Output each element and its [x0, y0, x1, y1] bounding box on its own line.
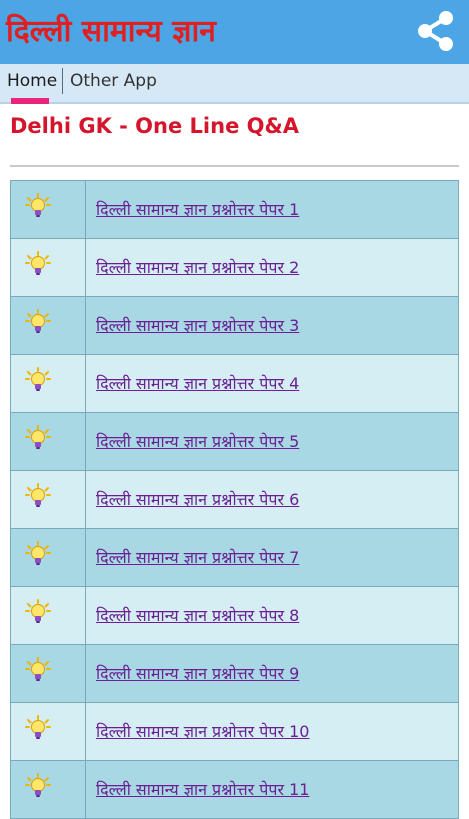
list-item[interactable]: दिल्ली सामान्य ज्ञान प्रश्नोत्तर पेपर 8 — [10, 586, 459, 645]
list-item-link-cell: दिल्ली सामान्य ज्ञान प्रश्नोत्तर पेपर 9 — [85, 644, 459, 703]
list-item-icon-cell — [10, 412, 86, 471]
app-header: दिल्ली सामान्य ज्ञान — [0, 0, 469, 64]
lightbulb-icon — [25, 309, 51, 333]
list-item-icon-cell — [10, 644, 86, 703]
lightbulb-icon — [25, 657, 51, 681]
paper-link[interactable]: दिल्ली सामान्य ज्ञान प्रश्नोत्तर पेपर 3 — [96, 314, 299, 336]
tab-other-app[interactable]: Other App — [70, 64, 157, 102]
paper-link[interactable]: दिल्ली सामान्य ज्ञान प्रश्नोत्तर पेपर 7 — [96, 546, 299, 568]
list-item[interactable]: दिल्ली सामान्य ज्ञान प्रश्नोत्तर पेपर 1 — [10, 180, 459, 239]
tab-home[interactable]: Home — [7, 64, 57, 102]
paper-link[interactable]: दिल्ली सामान्य ज्ञान प्रश्नोत्तर पेपर 11 — [96, 778, 309, 800]
paper-list: दिल्ली सामान्य ज्ञान प्रश्नोत्तर पेपर 1 द… — [10, 180, 459, 819]
page-heading: Delhi GK - One Line Q&A — [10, 114, 300, 138]
list-item-icon-cell — [10, 586, 86, 645]
active-tab-indicator — [11, 98, 49, 104]
paper-link[interactable]: दिल्ली सामान्य ज्ञान प्रश्नोत्तर पेपर 2 — [96, 256, 299, 278]
lightbulb-icon — [25, 599, 51, 623]
list-item[interactable]: दिल्ली सामान्य ज्ञान प्रश्नोत्तर पेपर 10 — [10, 702, 459, 761]
list-item-icon-cell — [10, 354, 86, 413]
list-item[interactable]: दिल्ली सामान्य ज्ञान प्रश्नोत्तर पेपर 6 — [10, 470, 459, 529]
list-item-icon-cell — [10, 180, 86, 239]
paper-link[interactable]: दिल्ली सामान्य ज्ञान प्रश्नोत्तर पेपर 4 — [96, 372, 299, 394]
heading-divider — [10, 165, 459, 167]
list-item[interactable]: दिल्ली सामान्य ज्ञान प्रश्नोत्तर पेपर 5 — [10, 412, 459, 471]
list-item[interactable]: दिल्ली सामान्य ज्ञान प्रश्नोत्तर पेपर 3 — [10, 296, 459, 355]
list-item-link-cell: दिल्ली सामान्य ज्ञान प्रश्नोत्तर पेपर 10 — [85, 702, 459, 761]
list-item-link-cell: दिल्ली सामान्य ज्ञान प्रश्नोत्तर पेपर 6 — [85, 470, 459, 529]
list-item[interactable]: दिल्ली सामान्य ज्ञान प्रश्नोत्तर पेपर 2 — [10, 238, 459, 297]
app-title: दिल्ली सामान्य ज्ञान — [6, 14, 216, 49]
list-item-link-cell: दिल्ली सामान्य ज्ञान प्रश्नोत्तर पेपर 11 — [85, 760, 459, 819]
paper-link[interactable]: दिल्ली सामान्य ज्ञान प्रश्नोत्तर पेपर 1 — [96, 198, 299, 220]
lightbulb-icon — [25, 483, 51, 507]
list-item-icon-cell — [10, 238, 86, 297]
list-item-icon-cell — [10, 528, 86, 587]
list-item-link-cell: दिल्ली सामान्य ज्ञान प्रश्नोत्तर पेपर 4 — [85, 354, 459, 413]
tab-divider — [62, 68, 63, 94]
list-item-icon-cell — [10, 760, 86, 819]
list-item-link-cell: दिल्ली सामान्य ज्ञान प्रश्नोत्तर पेपर 3 — [85, 296, 459, 355]
lightbulb-icon — [25, 193, 51, 217]
lightbulb-icon — [25, 367, 51, 391]
list-item-icon-cell — [10, 296, 86, 355]
list-item[interactable]: दिल्ली सामान्य ज्ञान प्रश्नोत्तर पेपर 4 — [10, 354, 459, 413]
list-item-link-cell: दिल्ली सामान्य ज्ञान प्रश्नोत्तर पेपर 2 — [85, 238, 459, 297]
list-item-link-cell: दिल्ली सामान्य ज्ञान प्रश्नोत्तर पेपर 1 — [85, 180, 459, 239]
share-button[interactable] — [411, 6, 461, 56]
lightbulb-icon — [25, 541, 51, 565]
list-item[interactable]: दिल्ली सामान्य ज्ञान प्रश्नोत्तर पेपर 11 — [10, 760, 459, 819]
list-item[interactable]: दिल्ली सामान्य ज्ञान प्रश्नोत्तर पेपर 9 — [10, 644, 459, 703]
list-item-icon-cell — [10, 470, 86, 529]
lightbulb-icon — [25, 251, 51, 275]
list-item[interactable]: दिल्ली सामान्य ज्ञान प्रश्नोत्तर पेपर 7 — [10, 528, 459, 587]
paper-link[interactable]: दिल्ली सामान्य ज्ञान प्रश्नोत्तर पेपर 5 — [96, 430, 299, 452]
paper-link[interactable]: दिल्ली सामान्य ज्ञान प्रश्नोत्तर पेपर 6 — [96, 488, 299, 510]
lightbulb-icon — [25, 773, 51, 797]
tab-bar: Home Other App — [0, 64, 469, 104]
lightbulb-icon — [25, 425, 51, 449]
share-icon — [418, 11, 453, 51]
list-item-link-cell: दिल्ली सामान्य ज्ञान प्रश्नोत्तर पेपर 8 — [85, 586, 459, 645]
paper-link[interactable]: दिल्ली सामान्य ज्ञान प्रश्नोत्तर पेपर 10 — [96, 720, 309, 742]
list-item-icon-cell — [10, 702, 86, 761]
paper-link[interactable]: दिल्ली सामान्य ज्ञान प्रश्नोत्तर पेपर 9 — [96, 662, 299, 684]
paper-link[interactable]: दिल्ली सामान्य ज्ञान प्रश्नोत्तर पेपर 8 — [96, 604, 299, 626]
lightbulb-icon — [25, 715, 51, 739]
list-item-link-cell: दिल्ली सामान्य ज्ञान प्रश्नोत्तर पेपर 7 — [85, 528, 459, 587]
list-item-link-cell: दिल्ली सामान्य ज्ञान प्रश्नोत्तर पेपर 5 — [85, 412, 459, 471]
